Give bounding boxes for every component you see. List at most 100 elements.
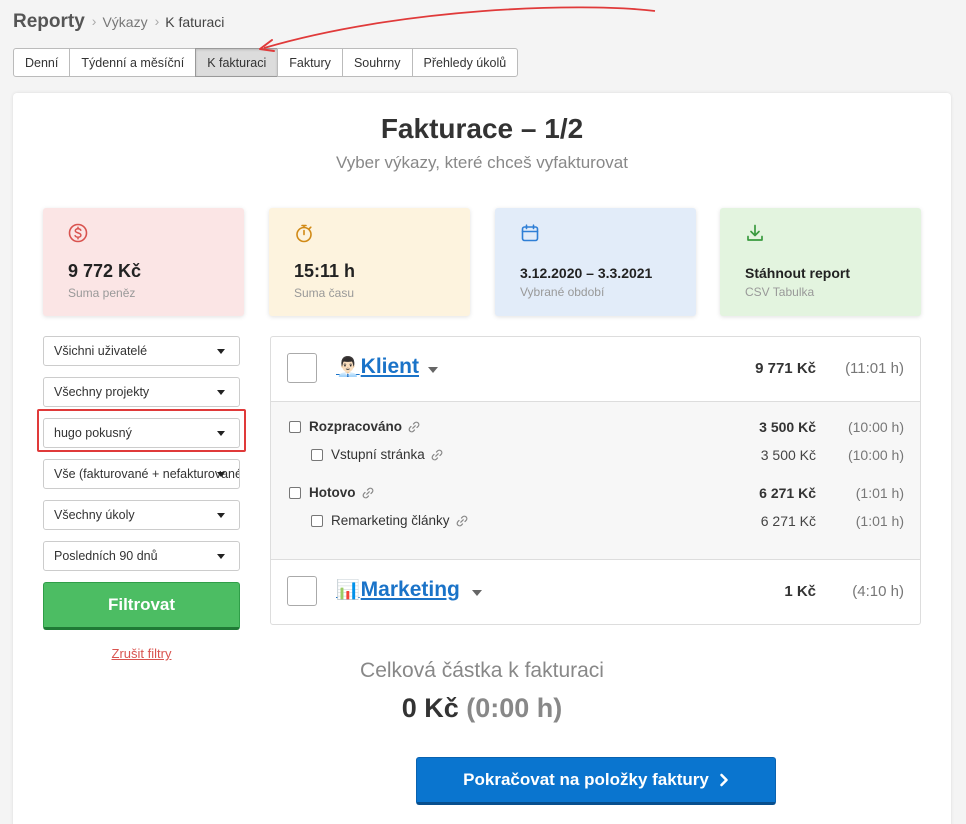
main-card: Fakturace – 1/2 Vyber výkazy, které chce…: [13, 93, 951, 824]
download-icon: [747, 224, 763, 241]
stat-period: 3.12.2020 – 3.3.2021 Vybrané období: [495, 208, 696, 316]
task-checkbox[interactable]: [311, 449, 323, 461]
breadcrumb: Reporty › Výkazy › K faturaci: [13, 11, 224, 33]
tab-k-fakturaci[interactable]: K fakturaci: [195, 48, 279, 77]
task-row: Vstupní stránka 3 500 Kč (10:00 h): [271, 445, 920, 465]
stat-download-value: Stáhnout report: [745, 265, 850, 281]
task-label: Remarketing články: [331, 513, 469, 528]
chevron-right-icon: [720, 773, 728, 787]
total-label: Celková částka k fakturaci: [360, 659, 604, 682]
task-amount: 6 271 Kč: [760, 513, 816, 529]
task-group-hours: (10:00 h): [847, 419, 904, 435]
project-hours: (4:10 h): [852, 583, 904, 600]
project-row-klient: 👨🏻‍💼 Klient 9 771 Kč (11:01 h): [271, 337, 920, 401]
stat-period-label: Vybrané období: [520, 285, 605, 299]
stat-money-label: Suma peněz: [68, 286, 136, 300]
caret-down-icon[interactable]: [472, 590, 482, 596]
report-tabs: Denní Týdenní a měsíční K fakturaci Fakt…: [13, 48, 519, 77]
project-checkbox[interactable]: [287, 576, 317, 606]
bar-chart-emoji-icon: 📊: [336, 580, 360, 601]
dollar-icon: [68, 223, 88, 243]
link-icon[interactable]: [455, 514, 469, 528]
project-checkbox[interactable]: [287, 353, 317, 383]
continue-button[interactable]: Pokračovat na položky faktury: [416, 757, 776, 805]
stat-time-label: Suma času: [294, 286, 355, 300]
task-amount: 3 500 Kč: [760, 447, 816, 463]
breadcrumb-item-current: K faturaci: [165, 14, 225, 30]
tab-faktury[interactable]: Faktury: [277, 48, 343, 77]
tab-tydenni-mesicni[interactable]: Týdenní a měsíční: [69, 48, 197, 77]
filter-tasks-select[interactable]: Všechny úkoly: [43, 500, 240, 530]
filter-period-select[interactable]: Posledních 90 dnů: [43, 541, 240, 571]
task-label: Vstupní stránka: [331, 447, 444, 462]
stat-period-value: 3.12.2020 – 3.3.2021: [520, 265, 653, 281]
breadcrumb-item-vykazy[interactable]: Výkazy: [102, 14, 147, 30]
task-group-name: Hotovo: [309, 485, 356, 500]
project-name-link[interactable]: 📊 Marketing: [336, 578, 460, 602]
filter-invoiced-select[interactable]: Vše (fakturované + nefakturované): [43, 459, 240, 489]
task-hours: (10:00 h): [847, 447, 904, 463]
task-hours: (1:01 h): [855, 513, 904, 529]
chevron-right-icon: ›: [154, 13, 160, 29]
stat-download-label: CSV Tabulka: [745, 285, 815, 299]
task-group-label: Hotovo: [309, 485, 375, 500]
stopwatch-icon: [296, 224, 312, 243]
caret-down-icon[interactable]: [428, 367, 438, 373]
filter-client-select[interactable]: hugo pokusný: [43, 418, 240, 448]
project-row-marketing: 📊 Marketing 1 Kč (4:10 h): [271, 560, 920, 624]
task-group-checkbox[interactable]: [289, 487, 301, 499]
link-icon[interactable]: [361, 486, 375, 500]
caret-down-icon: [217, 431, 225, 436]
calendar-icon: [521, 224, 539, 242]
filter-invoiced-value: Vše (fakturované + nefakturované): [54, 467, 240, 481]
project-name: Klient: [360, 355, 420, 378]
link-icon[interactable]: [407, 420, 421, 434]
businessman-emoji-icon: 👨🏻‍💼: [336, 357, 360, 378]
project-name-link[interactable]: 👨🏻‍💼 Klient: [336, 355, 419, 379]
project-name: Marketing: [360, 578, 460, 601]
filter-projects-value: Všechny projekty: [54, 385, 150, 399]
stat-time: 15:11 h Suma času: [269, 208, 470, 316]
task-group-amount: 3 500 Kč: [759, 419, 816, 435]
chevron-right-icon: ›: [91, 13, 97, 29]
filter-client-value: hugo pokusný: [54, 426, 132, 440]
page-subtitle: Vyber výkazy, které chceš vyfakturovat: [336, 153, 628, 172]
caret-down-icon: [217, 349, 225, 354]
filter-period-value: Posledních 90 dnů: [54, 549, 158, 563]
link-icon[interactable]: [430, 448, 444, 462]
filter-projects-select[interactable]: Všechny projekty: [43, 377, 240, 407]
task-row: Remarketing články 6 271 Kč (1:01 h): [271, 511, 920, 531]
stat-money: 9 772 Kč Suma peněz: [43, 208, 244, 316]
task-checkbox[interactable]: [311, 515, 323, 527]
filter-button[interactable]: Filtrovat: [43, 582, 240, 630]
project-amount: 9 771 Kč: [755, 360, 816, 377]
task-group-label: Rozpracováno: [309, 419, 421, 434]
tab-prehledy-ukolu[interactable]: Přehledy úkolů: [411, 48, 519, 77]
tab-denni[interactable]: Denní: [13, 48, 71, 77]
task-group-amount: 6 271 Kč: [759, 485, 816, 501]
filter-users-value: Všichni uživatelé: [54, 344, 148, 358]
download-report-button[interactable]: Stáhnout report CSV Tabulka: [720, 208, 921, 316]
task-group-row: Hotovo 6 271 Kč (1:01 h): [271, 483, 920, 503]
breadcrumb-root[interactable]: Reporty: [13, 11, 85, 33]
task-group-row: Rozpracováno 3 500 Kč (10:00 h): [271, 417, 920, 437]
total-value: 0 Kč (0:00 h): [13, 693, 951, 724]
caret-down-icon: [217, 554, 225, 559]
continue-button-label: Pokračovat na položky faktury: [463, 770, 709, 789]
caret-down-icon: [217, 390, 225, 395]
stat-money-value: 9 772 Kč: [68, 261, 142, 281]
filter-tasks-value: Všechny úkoly: [54, 508, 135, 522]
filter-users-select[interactable]: Všichni uživatelé: [43, 336, 240, 366]
tab-souhrny[interactable]: Souhrny: [341, 48, 413, 77]
project-amount: 1 Kč: [784, 583, 816, 600]
task-group-name: Rozpracováno: [309, 419, 403, 434]
task-name: Vstupní stránka: [331, 447, 425, 462]
caret-down-icon: [217, 513, 225, 518]
page-title: Fakturace – 1/2: [380, 113, 584, 144]
project-hours: (11:01 h): [845, 360, 904, 377]
caret-down-icon: [217, 472, 225, 477]
task-group-checkbox[interactable]: [289, 421, 301, 433]
project-tasks-panel: Rozpracováno 3 500 Kč (10:00 h) Vstupní …: [271, 401, 920, 560]
total-hours: (0:00 h): [466, 693, 563, 723]
total-amount: 0 Kč: [401, 693, 459, 723]
